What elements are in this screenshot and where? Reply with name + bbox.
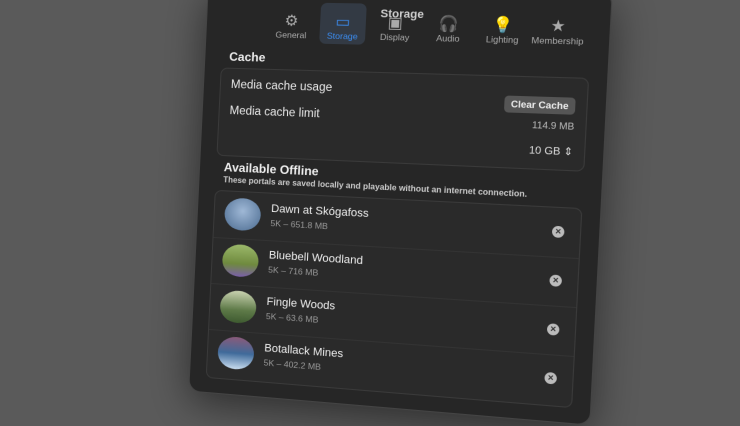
tab-label: General	[275, 29, 307, 41]
display-icon: ▣	[387, 14, 404, 33]
portal-thumbnail	[223, 197, 262, 232]
portal-thumbnail	[217, 335, 255, 371]
tab-label: Display	[379, 31, 410, 43]
tab-membership[interactable]: ★ Membership	[531, 6, 584, 50]
star-icon: ★	[550, 17, 567, 36]
cache-heading: Cache	[228, 49, 266, 65]
toolbar-tabs: ⚙ General ▭ Storage ▣ Display 🎧 Audio 💡 Light…	[268, 2, 584, 50]
stepper-icon: ⇕	[563, 146, 574, 159]
tab-general[interactable]: ⚙ General	[268, 2, 315, 44]
portal-meta: 5K – 63.6 MB	[265, 310, 319, 325]
tab-label: Storage	[326, 30, 359, 42]
remove-icon[interactable]: ×	[549, 274, 563, 287]
cache-group: Media cache usage Clear Cache Media cach…	[216, 67, 590, 172]
clear-cache-button[interactable]: Clear Cache	[503, 95, 576, 115]
tab-label: Audio	[435, 32, 460, 44]
portal-name: Fingle Woods	[266, 295, 336, 313]
remove-icon[interactable]: ×	[546, 323, 560, 336]
portal-meta: 5K – 716 MB	[267, 264, 319, 278]
cache-limit-value: 10 GB	[528, 145, 561, 158]
remove-icon[interactable]: ×	[551, 225, 565, 239]
drive-icon: ▭	[335, 13, 351, 32]
headphones-icon: 🎧	[438, 15, 460, 34]
tab-label: Lighting	[485, 33, 519, 46]
portal-thumbnail	[221, 243, 260, 278]
lightbulb-icon: 💡	[492, 16, 514, 35]
portal-meta: 5K – 402.2 MB	[263, 357, 322, 373]
tab-storage[interactable]: ▭ Storage	[319, 2, 367, 45]
portal-meta: 5K – 651.8 MB	[270, 217, 329, 232]
media-cache-usage-value: 114.9 MB	[531, 119, 575, 132]
offline-list: Dawn at Skógafoss 5K – 651.8 MB × Bluebe…	[205, 189, 583, 409]
settings-window: Storage ⚙ General ▭ Storage ▣ Display 🎧 Audi…	[188, 0, 613, 426]
gear-icon: ⚙	[284, 12, 299, 30]
tab-audio[interactable]: 🎧 Audio	[424, 5, 473, 48]
portal-thumbnail	[219, 289, 257, 325]
remove-icon[interactable]: ×	[544, 371, 558, 385]
portal-name: Dawn at Skógafoss	[270, 202, 370, 221]
cache-limit-select[interactable]: 10 GB ⇕	[529, 145, 574, 158]
tab-display[interactable]: ▣ Display	[371, 4, 420, 46]
tab-label: Membership	[531, 34, 584, 47]
tab-lighting[interactable]: 💡 Lighting	[478, 5, 528, 48]
